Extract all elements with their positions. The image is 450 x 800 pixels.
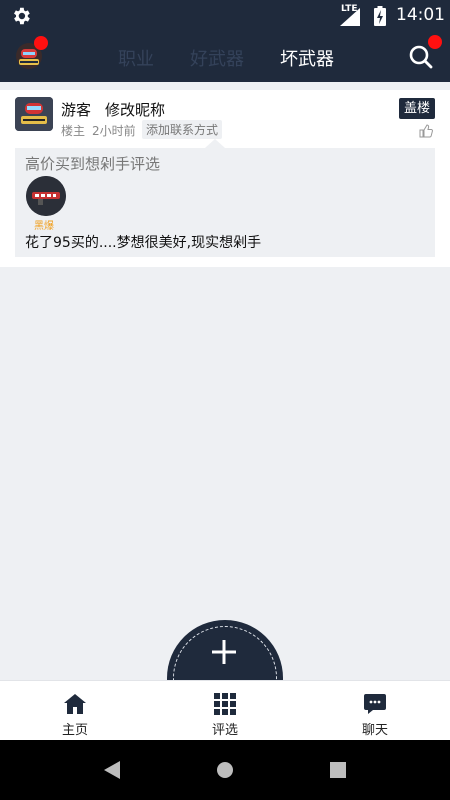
user-avatar-image	[15, 97, 53, 131]
comment-text: 花了95买的....梦想很美好,现实想剁手	[25, 235, 262, 251]
search-icon	[409, 45, 433, 69]
signal-icon	[340, 8, 360, 26]
quote-pointer	[205, 139, 225, 148]
profile-avatar-button[interactable]	[14, 36, 48, 71]
nav-vote-label: 评选	[211, 723, 238, 738]
back-icon[interactable]	[104, 761, 120, 779]
role-label: 楼主	[61, 124, 86, 138]
tab-career[interactable]: 职业	[118, 45, 154, 71]
status-bar: LTE 14:01	[0, 0, 450, 32]
weapon-icon[interactable]	[26, 176, 66, 216]
nav-home-label: 主页	[61, 723, 88, 738]
nav-chat[interactable]: 聊天	[335, 681, 415, 741]
home-button-icon[interactable]	[216, 761, 234, 779]
post-card: 游客 修改昵称 楼主 2小时前 添加联系方式 盖楼 高价买到想剁手评选 黑爆 花…	[0, 90, 450, 267]
bottom-nav: 主页 评选 聊天	[0, 680, 450, 741]
search-button[interactable]	[408, 35, 442, 70]
add-post-button[interactable]	[167, 620, 283, 689]
user-avatar[interactable]	[15, 97, 53, 131]
search-badge	[428, 35, 442, 49]
grid-icon	[214, 693, 236, 715]
chat-icon	[364, 694, 386, 714]
system-nav-bar	[0, 740, 450, 800]
thumbs-up-icon[interactable]	[419, 124, 433, 138]
tab-bad-weapons[interactable]: 坏武器	[280, 45, 334, 71]
item-name: 黑爆	[34, 221, 54, 232]
battery-charging-icon	[374, 6, 386, 26]
recents-icon[interactable]	[330, 762, 346, 778]
nav-home[interactable]: 主页	[35, 681, 115, 741]
edit-nickname-link[interactable]: 修改昵称	[105, 99, 165, 120]
plus-icon	[212, 640, 236, 664]
nav-chat-label: 聊天	[361, 723, 388, 738]
tab-good-weapons[interactable]: 好武器	[190, 45, 244, 71]
notification-badge	[34, 36, 48, 50]
reply-button[interactable]: 盖楼	[399, 98, 435, 119]
quoted-item[interactable]: 高价买到想剁手评选 黑爆 花了95买的....梦想很美好,现实想剁手	[15, 148, 435, 257]
nav-vote[interactable]: 评选	[185, 681, 265, 741]
username: 游客	[61, 101, 92, 119]
timestamp: 2小时前	[92, 124, 136, 138]
top-nav: 职业 好武器 坏武器	[0, 32, 450, 82]
add-contact-button[interactable]: 添加联系方式	[142, 120, 223, 139]
home-icon	[64, 694, 86, 714]
gear-icon	[14, 7, 30, 25]
quote-title: 高价买到想剁手评选	[25, 155, 161, 173]
clock: 14:01	[396, 5, 445, 25]
weapon-image	[26, 176, 66, 216]
